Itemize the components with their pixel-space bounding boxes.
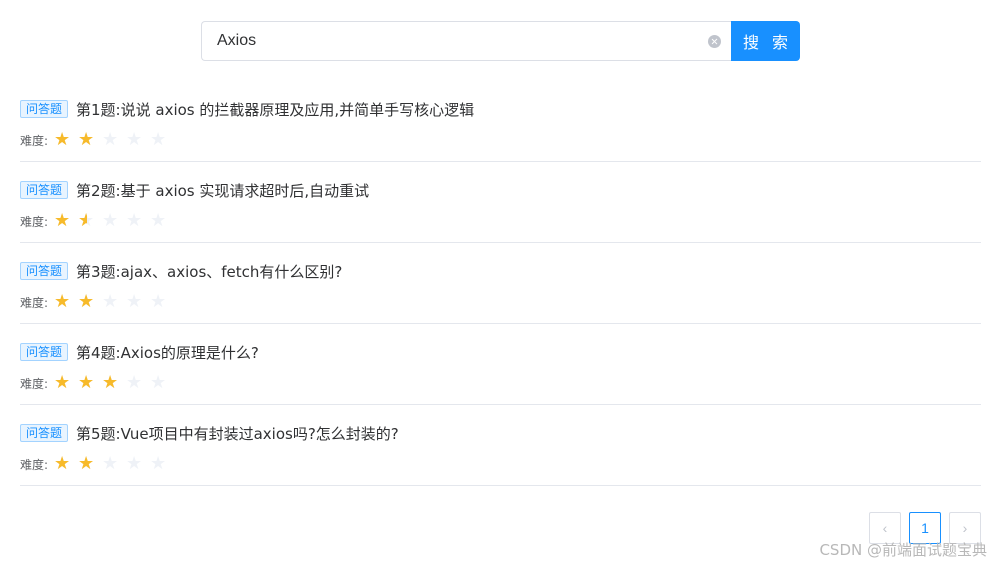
difficulty-rating: ★ ★ ★ ★ ★ ★ ★ ★ [54, 373, 174, 393]
search-button[interactable]: 搜 索 [731, 21, 800, 61]
question-title-row: 问答题 第3题:ajax、axios、fetch有什么区别? [20, 260, 342, 282]
difficulty-rating: ★ ★ ★ ★ ★ ★ ★ [54, 292, 174, 312]
question-type-tag: 问答题 [20, 343, 69, 361]
difficulty-label: 难度: [20, 295, 49, 310]
star-icon: ★ [150, 453, 167, 474]
question-item: 问答题 第5题:Vue项目中有封装过axios吗?怎么封装的? 难度: ★ ★ ★ ★… [20, 405, 981, 486]
star-icon: ★ ★ [54, 453, 71, 474]
star-icon: ★ [150, 291, 167, 312]
difficulty-rating: ★ ★ ★ ★ ★ ★ ★ [54, 454, 174, 474]
question-title[interactable]: 第3题:ajax、axios、fetch有什么区别? [76, 261, 342, 282]
difficulty-label: 难度: [20, 133, 49, 148]
question-list: 问答题 第1题:说说 axios 的拦截器原理及应用,并简单手写核心逻辑 难度:… [20, 81, 981, 486]
star-icon: ★ ★ [102, 372, 119, 393]
star-icon: ★ [126, 453, 143, 474]
difficulty-row: 难度: ★ ★ ★ ★ ★ ★ ★ ★ [20, 373, 174, 393]
star-icon: ★ ★ [78, 372, 95, 393]
star-icon: ★ ★ [54, 372, 71, 393]
difficulty-label: 难度: [20, 214, 49, 229]
question-type-tag: 问答题 [20, 424, 69, 442]
difficulty-row: 难度: ★ ★ ★ ★ ★ ★ ★ [20, 292, 174, 312]
star-icon: ★ [150, 372, 167, 393]
question-item: 问答题 第3题:ajax、axios、fetch有什么区别? 难度: ★ ★ ★ ★ ★… [20, 243, 981, 324]
star-icon: ★ [126, 291, 143, 312]
clear-icon[interactable] [708, 35, 721, 48]
difficulty-row: 难度: ★ ★ ★ ★ ★ ★ ★ [20, 130, 174, 150]
question-title-row: 问答题 第1题:说说 axios 的拦截器原理及应用,并简单手写核心逻辑 [20, 98, 474, 120]
question-item: 问答题 第4题:Axios的原理是什么? 难度: ★ ★ ★ ★ ★ ★ ★ ★ [20, 324, 981, 405]
question-title-row: 问答题 第4题:Axios的原理是什么? [20, 341, 259, 363]
difficulty-label: 难度: [20, 457, 49, 472]
question-type-tag: 问答题 [20, 100, 69, 118]
star-icon: ★ ★ [54, 291, 71, 312]
question-title[interactable]: 第1题:说说 axios 的拦截器原理及应用,并简单手写核心逻辑 [76, 99, 474, 120]
star-icon: ★ [102, 291, 119, 312]
question-title[interactable]: 第2题:基于 axios 实现请求超时后,自动重试 [76, 180, 369, 201]
star-icon: ★ [102, 453, 119, 474]
star-icon: ★ ★ [78, 210, 95, 231]
star-icon: ★ [126, 372, 143, 393]
search-input[interactable] [202, 22, 731, 60]
star-icon: ★ ★ [78, 453, 95, 474]
question-title-row: 问答题 第5题:Vue项目中有封装过axios吗?怎么封装的? [20, 422, 399, 444]
question-item: 问答题 第1题:说说 axios 的拦截器原理及应用,并简单手写核心逻辑 难度:… [20, 81, 981, 162]
star-icon: ★ ★ [78, 129, 95, 150]
difficulty-rating: ★ ★ ★ ★ ★ ★ ★ [54, 211, 174, 231]
search-input-wrapper [201, 21, 731, 61]
star-icon: ★ [126, 210, 143, 231]
star-icon: ★ [150, 210, 167, 231]
difficulty-rating: ★ ★ ★ ★ ★ ★ ★ [54, 130, 174, 150]
search-bar: 搜 索 [201, 21, 800, 61]
question-type-tag: 问答题 [20, 262, 69, 280]
star-icon: ★ [150, 129, 167, 150]
star-icon: ★ ★ [54, 129, 71, 150]
star-icon: ★ [102, 210, 119, 231]
star-icon: ★ [102, 129, 119, 150]
difficulty-row: 难度: ★ ★ ★ ★ ★ ★ ★ [20, 211, 174, 231]
difficulty-label: 难度: [20, 376, 49, 391]
star-icon: ★ ★ [54, 210, 71, 231]
star-icon: ★ ★ [78, 291, 95, 312]
question-title[interactable]: 第5题:Vue项目中有封装过axios吗?怎么封装的? [76, 423, 399, 444]
difficulty-row: 难度: ★ ★ ★ ★ ★ ★ ★ [20, 454, 174, 474]
question-title-row: 问答题 第2题:基于 axios 实现请求超时后,自动重试 [20, 179, 369, 201]
star-icon: ★ [126, 129, 143, 150]
question-item: 问答题 第2题:基于 axios 实现请求超时后,自动重试 难度: ★ ★ ★ ★ ★ ★… [20, 162, 981, 243]
question-title[interactable]: 第4题:Axios的原理是什么? [76, 342, 259, 363]
question-type-tag: 问答题 [20, 181, 69, 199]
watermark: CSDN @前端面试题宝典 [819, 541, 987, 559]
